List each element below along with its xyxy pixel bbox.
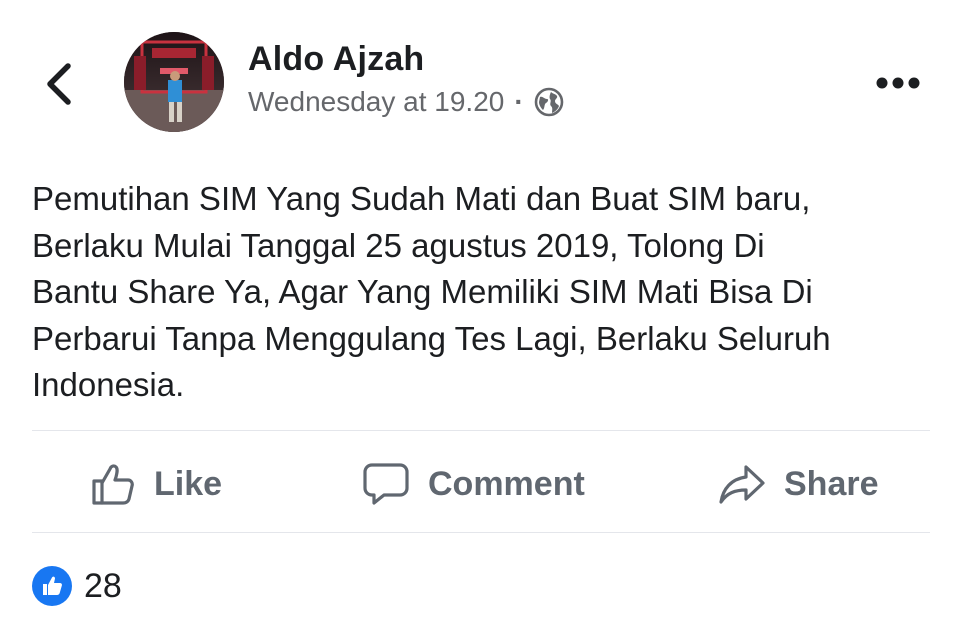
comment-label: Comment — [428, 464, 585, 503]
divider-top — [32, 430, 930, 431]
comment-button[interactable]: Comment — [362, 456, 585, 512]
globe-icon — [534, 87, 563, 117]
like-reaction-icon — [32, 566, 72, 606]
comment-bubble-icon — [363, 463, 409, 505]
meta-separator: · — [514, 86, 524, 117]
back-button[interactable] — [40, 60, 80, 108]
author-name[interactable]: Aldo Ajzah — [248, 40, 424, 79]
post-timestamp[interactable]: Wednesday at 19.20 — [248, 86, 504, 118]
share-label: Share — [784, 464, 879, 503]
divider-bottom — [32, 532, 930, 533]
thumbs-up-icon — [92, 464, 134, 505]
like-label: Like — [154, 464, 223, 503]
avatar[interactable] — [124, 32, 224, 132]
more-options-icon — [876, 77, 920, 89]
chevron-left-icon — [47, 63, 71, 105]
post-body-text: Pemutihan SIM Yang Sudah Mati dan Buat S… — [32, 180, 831, 403]
post-view: Aldo Ajzah Wednesday at 19.20 · Pemutiha… — [0, 0, 960, 644]
avatar-photo — [124, 32, 224, 132]
reaction-summary[interactable]: 28 — [32, 562, 122, 610]
post-meta: Wednesday at 19.20 · — [248, 86, 564, 118]
share-button[interactable]: Share — [718, 456, 879, 512]
share-arrow-icon — [719, 465, 765, 504]
reaction-count: 28 — [84, 566, 122, 605]
action-bar: Like Comment Share — [32, 432, 930, 532]
like-button[interactable]: Like — [90, 456, 222, 512]
more-options-button[interactable] — [872, 66, 924, 100]
